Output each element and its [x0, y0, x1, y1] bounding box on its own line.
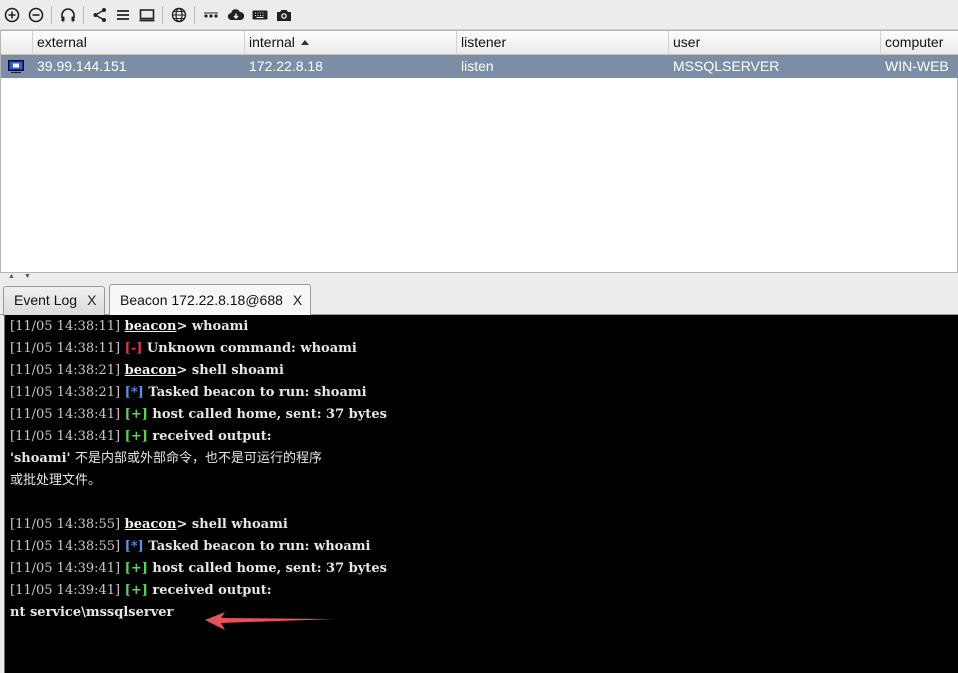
console-text: > whoami: [176, 319, 249, 334]
beacon-monitor-icon: [8, 60, 24, 73]
cloud-download-icon[interactable]: [226, 5, 246, 25]
sort-ascending-icon: [300, 39, 309, 45]
console-text: Tasked beacon to run: shoami: [143, 385, 367, 400]
console-timestamp: [11/05 14:38:41]: [10, 407, 121, 422]
table-header: external internal listener user computer: [1, 31, 958, 55]
console-text: > shell shoami: [176, 363, 284, 378]
console-line: [11/05 14:38:21] beacon> shell shoami: [10, 360, 284, 382]
column-header-listener[interactable]: listener: [457, 31, 669, 55]
list-icon[interactable]: [113, 5, 133, 25]
console-status-tag: [+]: [124, 429, 148, 444]
console-timestamp: [11/05 14:39:41]: [10, 583, 121, 598]
cell-listener: listen: [461, 58, 494, 74]
tab-label: Event Log: [14, 292, 78, 308]
console-text: Unknown command: whoami: [142, 341, 357, 356]
collapse-down-icon[interactable]: ▼: [24, 273, 31, 281]
toolbar-separator: [162, 6, 163, 24]
toolbar: [0, 0, 958, 30]
cell-user: MSSQLSERVER: [673, 58, 780, 74]
console-line: [11/05 14:38:11] beacon> whoami: [10, 316, 248, 338]
close-tab-button[interactable]: X: [87, 292, 96, 308]
monitor-icon[interactable]: [137, 5, 157, 25]
console-output: 不是内部或外部命令，也不是可运行的程序: [75, 451, 323, 466]
console-line: 或批处理文件。: [10, 470, 101, 492]
toolbar-separator: [194, 6, 195, 24]
toolbar-separator: [83, 6, 84, 24]
column-header-internal[interactable]: internal: [245, 31, 457, 55]
console-status-tag: [+]: [124, 561, 148, 576]
tab-beacon[interactable]: Beacon 172.22.8.18@688 X: [109, 284, 312, 316]
beacon-console[interactable]: [11/05 14:38:11] beacon> whoami [11/05 14…: [4, 315, 958, 673]
column-header-user[interactable]: user: [669, 31, 881, 55]
collapse-up-icon[interactable]: ▲: [8, 273, 15, 281]
camera-icon[interactable]: [274, 5, 294, 25]
close-tab-button[interactable]: X: [293, 292, 302, 308]
console-output: nt service\mssqlserver: [10, 605, 174, 620]
console-line: [11/05 14:38:41] [+] received output:: [10, 426, 272, 448]
cell-computer: WIN-WEB: [885, 58, 949, 74]
console-line: [11/05 14:38:11] [-] Unknown command: wh…: [10, 338, 357, 360]
console-text: host called home, sent: 37 bytes: [147, 561, 387, 576]
console-status-tag: [-]: [124, 341, 143, 356]
column-header-internal-label: internal: [249, 34, 295, 50]
headphones-icon[interactable]: [58, 5, 78, 25]
column-header-icon[interactable]: [1, 31, 33, 55]
tab-event-log[interactable]: Event Log X: [3, 286, 106, 316]
console-text: received output:: [147, 429, 272, 444]
console-timestamp: [11/05 14:38:21]: [10, 385, 121, 400]
column-header-computer[interactable]: computer: [881, 31, 958, 55]
console-line: nt service\mssqlserver: [10, 602, 173, 624]
console-output: 或批处理文件。: [10, 473, 102, 488]
toolbar-separator: [51, 6, 52, 24]
plus-circle-icon[interactable]: [2, 5, 22, 25]
console-timestamp: [11/05 14:38:55]: [10, 539, 121, 554]
globe-icon[interactable]: [169, 5, 189, 25]
keyboard-icon[interactable]: [250, 5, 270, 25]
minus-circle-icon[interactable]: [26, 5, 46, 25]
console-timestamp: [11/05 14:38:41]: [10, 429, 121, 444]
console-text: Tasked beacon to run: whoami: [143, 539, 371, 554]
console-status-tag: [+]: [124, 583, 148, 598]
dots-icon[interactable]: [201, 5, 221, 25]
console-text: received output:: [147, 583, 272, 598]
console-prompt: beacon: [124, 319, 177, 334]
console-timestamp: [11/05 14:38:21]: [10, 363, 121, 378]
console-status-tag: [*]: [124, 385, 144, 400]
console-status-tag: [*]: [124, 539, 144, 554]
console-line: [11/05 14:38:41] [+] host called home, s…: [10, 404, 387, 426]
column-header-external[interactable]: external: [33, 31, 245, 55]
console-timestamp: [11/05 14:38:11]: [10, 319, 121, 334]
console-line: [11/05 14:39:41] [+] received output:: [10, 580, 272, 602]
cell-internal: 172.22.8.18: [249, 58, 323, 74]
table-row[interactable]: 39.99.144.151 172.22.8.18 listen MSSQLSE…: [1, 55, 958, 78]
cell-external: 39.99.144.151: [37, 58, 127, 74]
tab-label: Beacon 172.22.8.18@688: [120, 292, 283, 308]
console-line: [11/05 14:38:21] [*] Tasked beacon to ru…: [10, 382, 367, 404]
console-timestamp: [11/05 14:38:11]: [10, 341, 121, 356]
console-text: host called home, sent: 37 bytes: [147, 407, 387, 422]
split-pane-divider[interactable]: ▲ ▼: [0, 273, 958, 281]
console-timestamp: [11/05 14:38:55]: [10, 517, 121, 532]
console-line: [11/05 14:38:55] beacon> shell whoami: [10, 514, 288, 536]
tab-bar: Event Log X Beacon 172.22.8.18@688 X: [0, 281, 958, 316]
console-output: 'shoami': [10, 451, 76, 466]
sessions-table: external internal listener user computer…: [0, 30, 958, 273]
annotation-arrow: [205, 612, 335, 630]
console-prompt: beacon: [124, 517, 177, 532]
console-prompt: beacon: [124, 363, 177, 378]
console-line: [11/05 14:38:55] [*] Tasked beacon to ru…: [10, 536, 370, 558]
console-line: 'shoami' 不是内部或外部命令，也不是可运行的程序: [10, 448, 322, 470]
console-status-tag: [+]: [124, 407, 148, 422]
console-line: [11/05 14:39:41] [+] host called home, s…: [10, 558, 387, 580]
console-text: > shell whoami: [176, 517, 288, 532]
console-timestamp: [11/05 14:39:41]: [10, 561, 121, 576]
share-icon[interactable]: [90, 5, 110, 25]
